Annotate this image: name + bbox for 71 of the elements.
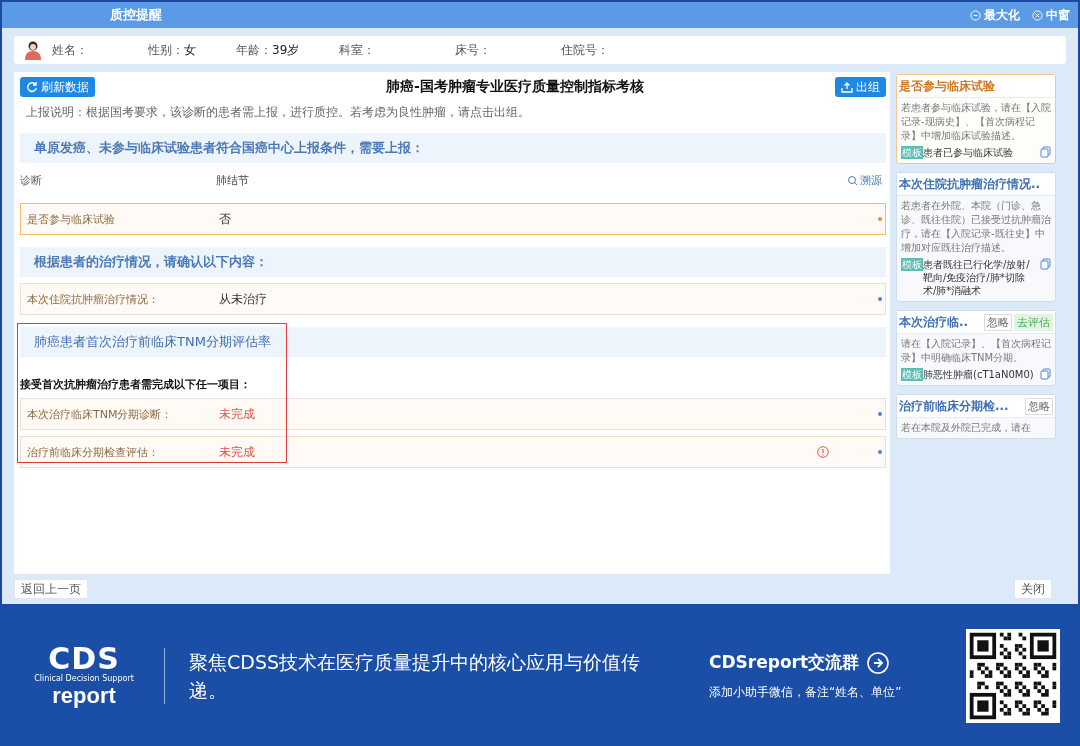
connector-dot xyxy=(878,450,882,454)
window-title: 质控提醒 xyxy=(110,6,163,24)
refresh-button[interactable]: 刷新数据 xyxy=(20,77,95,97)
field-label: 诊断 xyxy=(20,172,43,188)
logo-subtitle: Clinical Decision Support xyxy=(34,674,134,684)
card-description: 请在【入院记录】、【首次病程记录】中明确临床TNM分期。 xyxy=(900,337,1052,365)
circle-icon xyxy=(970,9,981,21)
close-icon xyxy=(1032,9,1043,21)
subheading: 接受首次抗肿瘤治疗患者需完成以下任一项目： xyxy=(20,377,252,392)
patient-field: 年龄：39岁 xyxy=(236,41,300,59)
ignore-button[interactable]: 忽略 xyxy=(1025,397,1053,415)
section-heading: 肺癌患者首次治疗前临床TNM分期评估率 xyxy=(20,327,886,357)
field-label: 是否参与临床试验 xyxy=(27,211,116,227)
template-tag: 模板 xyxy=(901,258,923,271)
logo-text: report xyxy=(52,684,116,708)
group-note: 添加小助手微信，备注“姓名、单位” xyxy=(709,684,902,701)
report-note: 上报说明：根据国考要求，该诊断的患者需上报，进行质控。若考虑为良性肿瘤，请点击出组。 xyxy=(26,104,531,121)
patient-field: 性别：女 xyxy=(148,41,196,59)
card-description: 若患者参与临床试验，请在【入院记录-现病史】、【首次病程记录】中增加临床试验描述。 xyxy=(900,101,1052,143)
field-value: 从未治疗 xyxy=(219,290,267,308)
field-label: 治疗前临床分期检查评估： xyxy=(27,444,160,460)
close-button[interactable]: 中窗 xyxy=(1032,6,1070,24)
template-text: 患者既往已行化学/放射/靶向/免疫治疗/肺*切除术/肺*消融术 xyxy=(923,258,1031,297)
template-tag: 模板 xyxy=(901,146,923,159)
field-row[interactable]: 治疗前临床分期检查评估： 未完成 xyxy=(20,436,886,468)
group-name: CDSreport交流群 xyxy=(709,651,860,674)
copy-icon xyxy=(1040,146,1051,158)
tagline: 聚焦CDSS技术在医疗质量提升中的核心应用与价值传递。 xyxy=(189,650,642,703)
field-row[interactable]: 本次治疗临床TNM分期诊断： 未完成 xyxy=(20,398,886,430)
copy-icon xyxy=(1040,368,1051,380)
field-value: 未完成 xyxy=(219,405,255,423)
connector-dot xyxy=(878,217,882,221)
logo-text: CDS xyxy=(48,644,120,674)
page-title: 肺癌-国考肿瘤专业医疗质量控制指标考核 xyxy=(386,78,644,96)
maximize-button[interactable]: 最大化 xyxy=(970,6,1020,24)
field-value: 未完成 xyxy=(219,443,255,461)
field-row[interactable]: 是否参与临床试验 否 xyxy=(20,203,886,235)
template-text: 患者已参与临床试验 xyxy=(923,146,1014,159)
field-value: 否 xyxy=(219,210,231,228)
field-label: 本次住院抗肿瘤治疗情况： xyxy=(27,291,160,307)
field-row[interactable]: 本次住院抗肿瘤治疗情况： 从未治疗 xyxy=(20,283,886,315)
card-title: 本次住院抗肿瘤治疗情况.. xyxy=(899,175,1042,193)
card-title: 本次治疗临.. xyxy=(899,313,970,331)
template-tag: 模板 xyxy=(901,368,923,381)
section-heading: 根据患者的治疗情况，请确认以下内容： xyxy=(20,247,886,277)
card-title: 治疗前临床分期检... xyxy=(899,397,1010,415)
patient-field: 住院号： xyxy=(561,41,610,59)
exit-icon xyxy=(841,81,853,93)
connector-dot xyxy=(878,297,882,301)
template-text: 肺恶性肿瘤(cT1aN0M0) xyxy=(923,368,1035,381)
patient-field: 姓名： xyxy=(52,41,88,59)
back-button[interactable]: 返回上一页 xyxy=(14,579,88,599)
connector-dot xyxy=(878,412,882,416)
search-icon xyxy=(847,174,858,186)
field-label: 本次治疗临床TNM分期诊断： xyxy=(27,406,174,422)
warning-icon xyxy=(817,446,829,458)
exit-group-button[interactable]: 出组 xyxy=(835,77,886,97)
card-title: 是否参与临床试验 xyxy=(899,77,996,95)
patient-field: 科室： xyxy=(339,41,376,59)
patient-field: 床号： xyxy=(455,41,492,59)
section-heading: 单原发癌、未参与临床试验患者符合国癌中心上报条件，需要上报： xyxy=(20,133,886,163)
person-icon xyxy=(24,40,42,60)
field-value: 肺结节 xyxy=(216,172,250,188)
refresh-icon xyxy=(26,81,38,93)
card-description: 若在本院及外院已完成，请在 xyxy=(900,421,1032,435)
close-button[interactable]: 关闭 xyxy=(1014,579,1052,599)
ignore-button[interactable]: 忽略 xyxy=(984,313,1012,331)
arrow-circle-icon xyxy=(867,651,890,674)
trace-link[interactable]: 溯源 xyxy=(847,172,882,188)
copy-icon xyxy=(1040,258,1051,270)
card-description: 若患者在外院、本院（门诊、急诊、既往住院）已接受过抗肿瘤治疗，请在【入院记录-既往史】中增加对应既往治疗描述。 xyxy=(900,199,1052,255)
